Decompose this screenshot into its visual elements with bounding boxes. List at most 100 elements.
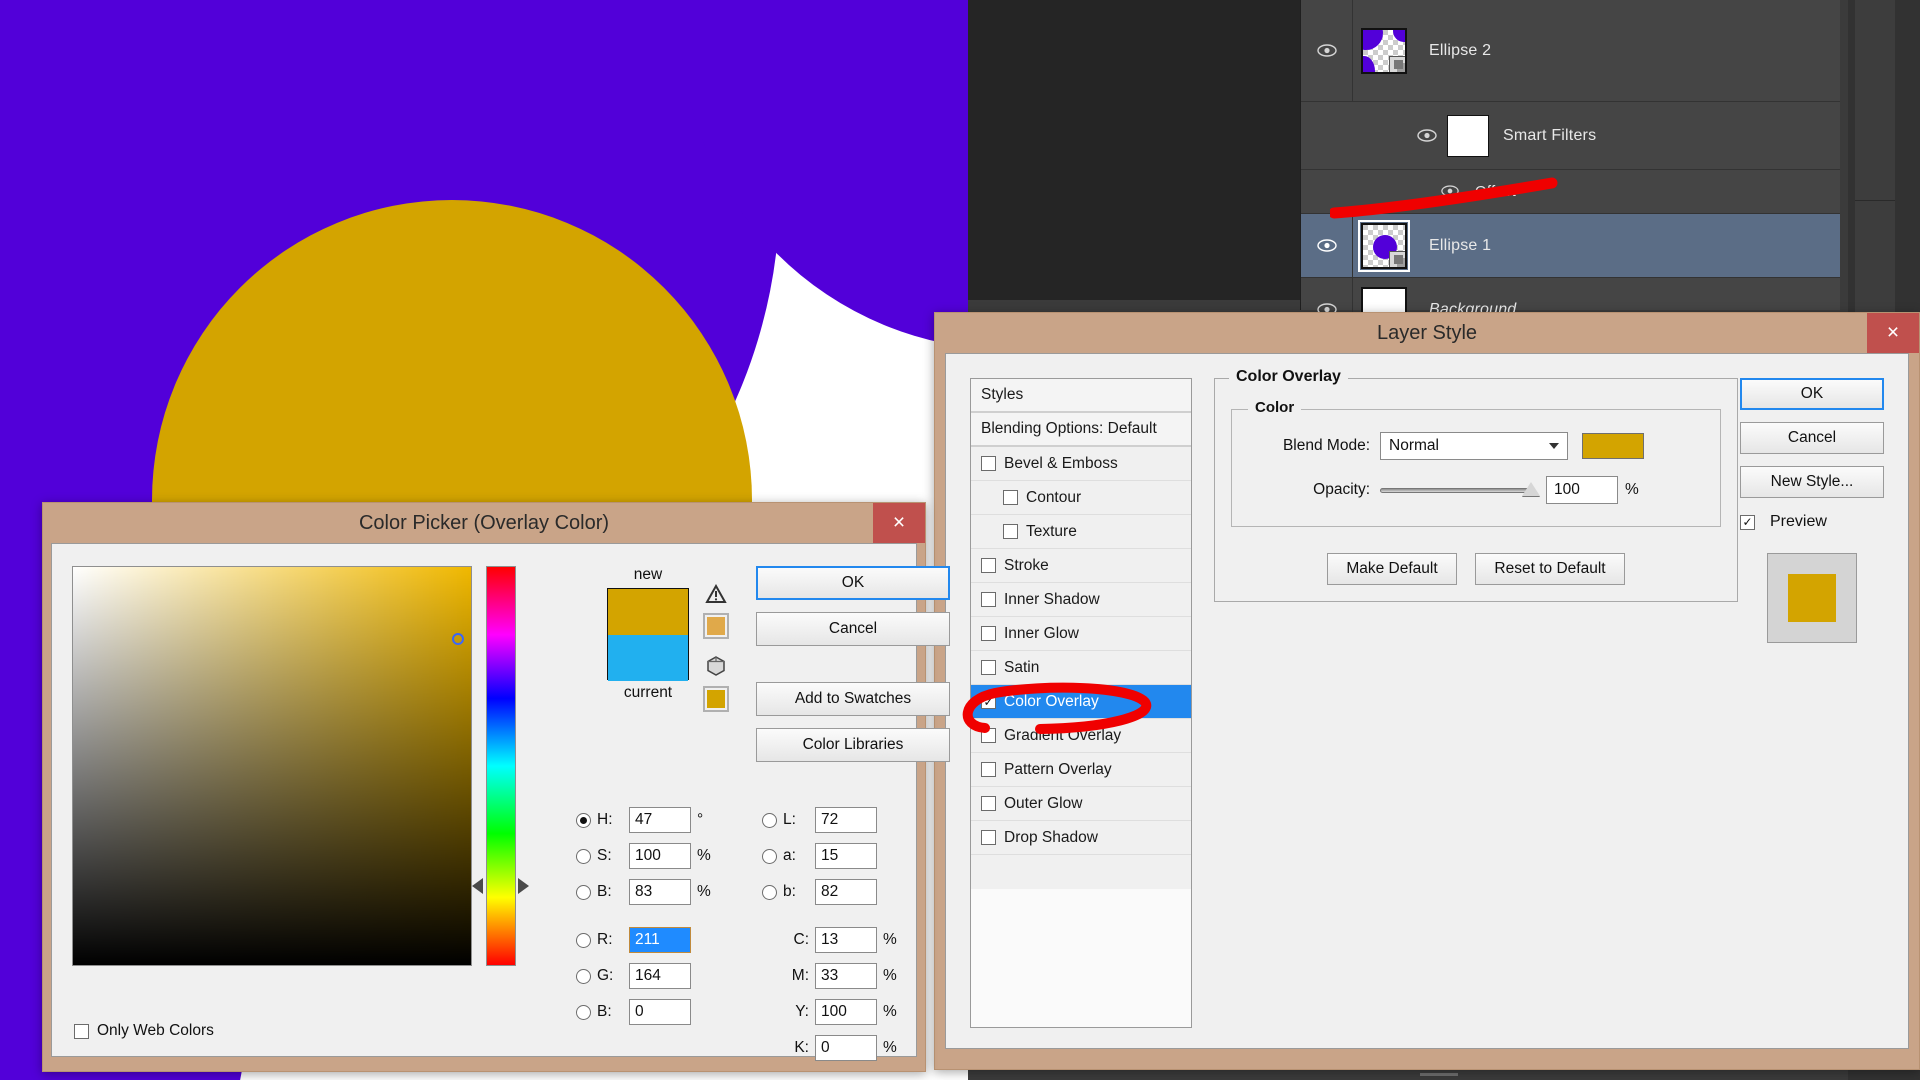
layer-style-item-stroke[interactable]: Stroke xyxy=(971,549,1191,583)
opacity-slider-knob[interactable] xyxy=(1522,481,1540,496)
close-icon[interactable]: × xyxy=(873,503,925,543)
radio-r[interactable] xyxy=(576,932,591,948)
checkbox-stroke[interactable] xyxy=(981,558,996,573)
layer-style-dialog[interactable]: Layer Style × Styles Blending Options: De… xyxy=(934,312,1920,1070)
color-field-input-m[interactable]: 33 xyxy=(815,963,877,989)
checkbox-gradient-overlay[interactable] xyxy=(981,728,996,743)
color-field-input-l[interactable]: 72 xyxy=(815,807,877,833)
radio-s[interactable] xyxy=(576,848,591,864)
opacity-input[interactable]: 100 xyxy=(1546,476,1618,504)
layers-panel[interactable]: Ellipse 2 Smart Filters Offset Ellipse 1… xyxy=(1300,0,1920,342)
layer-style-item-inner-glow[interactable]: Inner Glow xyxy=(971,617,1191,651)
only-web-colors-checkbox[interactable] xyxy=(74,1023,89,1039)
opacity-slider[interactable] xyxy=(1380,481,1540,496)
radio-h[interactable] xyxy=(576,812,591,828)
layer-thumbnail-cell[interactable] xyxy=(1353,219,1415,272)
checkbox-contour[interactable] xyxy=(1003,490,1018,505)
color-field-input-s[interactable]: 100 xyxy=(629,843,691,869)
layer-style-effects-list[interactable]: Styles Blending Options: Default Bevel & E… xyxy=(970,378,1192,1028)
checkbox-drop-shadow[interactable] xyxy=(981,830,996,845)
cancel-button[interactable]: Cancel xyxy=(1740,422,1884,454)
cancel-button[interactable]: Cancel xyxy=(756,612,950,646)
layer-style-item-contour[interactable]: Contour xyxy=(971,481,1191,515)
eye-icon[interactable] xyxy=(1417,129,1437,142)
checkbox-color-overlay[interactable]: ✓ xyxy=(981,694,996,709)
color-field-input-h[interactable]: 47 xyxy=(629,807,691,833)
layer-thumbnail[interactable] xyxy=(1361,27,1407,74)
layer-visibility-toggle[interactable] xyxy=(1301,214,1353,277)
color-field-input-b[interactable]: 82 xyxy=(815,879,877,905)
non-web-safe-warning-icon[interactable] xyxy=(705,655,727,682)
checkbox-texture[interactable] xyxy=(1003,524,1018,539)
hue-slider[interactable] xyxy=(486,566,516,966)
layer-row-ellipse-2[interactable]: Ellipse 2 xyxy=(1301,0,1920,102)
preview-row[interactable]: ✓ Preview xyxy=(1740,513,1884,531)
color-libraries-button[interactable]: Color Libraries xyxy=(756,728,950,762)
color-field-input-y[interactable]: 100 xyxy=(815,999,877,1025)
new-current-swatch[interactable] xyxy=(607,588,689,681)
color-field-input-g[interactable]: 164 xyxy=(629,963,691,989)
color-selector-ring[interactable] xyxy=(452,633,464,645)
color-field-input-k[interactable]: 0 xyxy=(815,1035,877,1061)
layer-row-ellipse-1[interactable]: Ellipse 1 xyxy=(1301,214,1920,278)
layer-row-smart-filters[interactable]: Smart Filters xyxy=(1301,102,1920,170)
color-field-input-r[interactable]: 211 xyxy=(629,927,691,953)
close-icon[interactable]: × xyxy=(1867,313,1919,353)
color-field-input-a[interactable]: 15 xyxy=(815,843,877,869)
checkbox-satin[interactable] xyxy=(981,660,996,675)
checkbox-pattern-overlay[interactable] xyxy=(981,762,996,777)
ok-button[interactable]: OK xyxy=(756,566,950,600)
layer-style-item-inner-shadow[interactable]: Inner Shadow xyxy=(971,583,1191,617)
in-gamut-color-swatch[interactable] xyxy=(703,613,729,639)
color-field-input-b[interactable]: 83 xyxy=(629,879,691,905)
reset-to-default-button[interactable]: Reset to Default xyxy=(1475,553,1625,585)
eye-icon[interactable] xyxy=(1441,185,1461,198)
overlay-color-chip[interactable] xyxy=(1582,433,1644,459)
checkbox-outer-glow[interactable] xyxy=(981,796,996,811)
smart-filter-mask-thumbnail[interactable] xyxy=(1447,114,1489,157)
layer-style-item-gradient-overlay[interactable]: Gradient Overlay xyxy=(971,719,1191,753)
layer-visibility-toggle[interactable] xyxy=(1301,0,1353,101)
radio-a[interactable] xyxy=(762,848,777,864)
color-picker-titlebar[interactable]: Color Picker (Overlay Color) × xyxy=(43,503,925,543)
radio-b[interactable] xyxy=(576,884,591,900)
saturation-brightness-field[interactable] xyxy=(72,566,472,966)
checkbox-inner-shadow[interactable] xyxy=(981,592,996,607)
layer-style-item-drop-shadow[interactable]: Drop Shadow xyxy=(971,821,1191,855)
layer-style-titlebar[interactable]: Layer Style × xyxy=(935,313,1919,353)
checkbox-bevel-emboss[interactable] xyxy=(981,456,996,471)
radio-l[interactable] xyxy=(762,812,777,828)
color-field-input-c[interactable]: 13 xyxy=(815,927,877,953)
layer-style-item-blending-options-default[interactable]: Blending Options: Default xyxy=(971,413,1191,447)
layer-style-item-bevel-emboss[interactable]: Bevel & Emboss xyxy=(971,447,1191,481)
ok-button[interactable]: OK xyxy=(1740,378,1884,410)
layer-thumbnail[interactable] xyxy=(1358,219,1410,272)
new-color-swatch[interactable] xyxy=(608,589,688,635)
radio-g[interactable] xyxy=(576,968,591,984)
layer-style-item-outer-glow[interactable]: Outer Glow xyxy=(971,787,1191,821)
color-picker-dialog[interactable]: Color Picker (Overlay Color) × Only Web … xyxy=(42,502,950,1072)
preview-checkbox[interactable]: ✓ xyxy=(1740,514,1755,530)
web-safe-color-swatch[interactable] xyxy=(703,686,729,712)
out-of-gamut-warning-icon[interactable] xyxy=(705,583,727,609)
eye-icon[interactable] xyxy=(1316,239,1337,252)
eye-icon[interactable] xyxy=(1316,44,1337,57)
new-style-button[interactable]: New Style... xyxy=(1740,466,1884,498)
layer-style-item-pattern-overlay[interactable]: Pattern Overlay xyxy=(971,753,1191,787)
layer-style-item-color-overlay[interactable]: ✓ Color Overlay xyxy=(971,685,1191,719)
only-web-colors-row[interactable]: Only Web Colors xyxy=(74,1022,214,1040)
layer-style-item-satin[interactable]: Satin xyxy=(971,651,1191,685)
add-to-swatches-button[interactable]: Add to Swatches xyxy=(756,682,950,716)
layer-style-item-styles[interactable]: Styles xyxy=(971,379,1191,413)
layer-style-item-texture[interactable]: Texture xyxy=(971,515,1191,549)
color-field-input-b[interactable]: 0 xyxy=(629,999,691,1025)
blend-mode-select[interactable]: Normal xyxy=(1380,432,1568,460)
layer-thumbnail-cell[interactable] xyxy=(1353,27,1415,74)
layer-row-offset-filter[interactable]: Offset xyxy=(1301,146,1920,214)
radio-b[interactable] xyxy=(762,884,777,900)
current-color-swatch[interactable] xyxy=(608,635,688,681)
radio-b[interactable] xyxy=(576,1004,591,1020)
checkbox-inner-glow[interactable] xyxy=(981,626,996,641)
resize-grip[interactable] xyxy=(1420,1073,1458,1076)
make-default-button[interactable]: Make Default xyxy=(1327,553,1457,585)
